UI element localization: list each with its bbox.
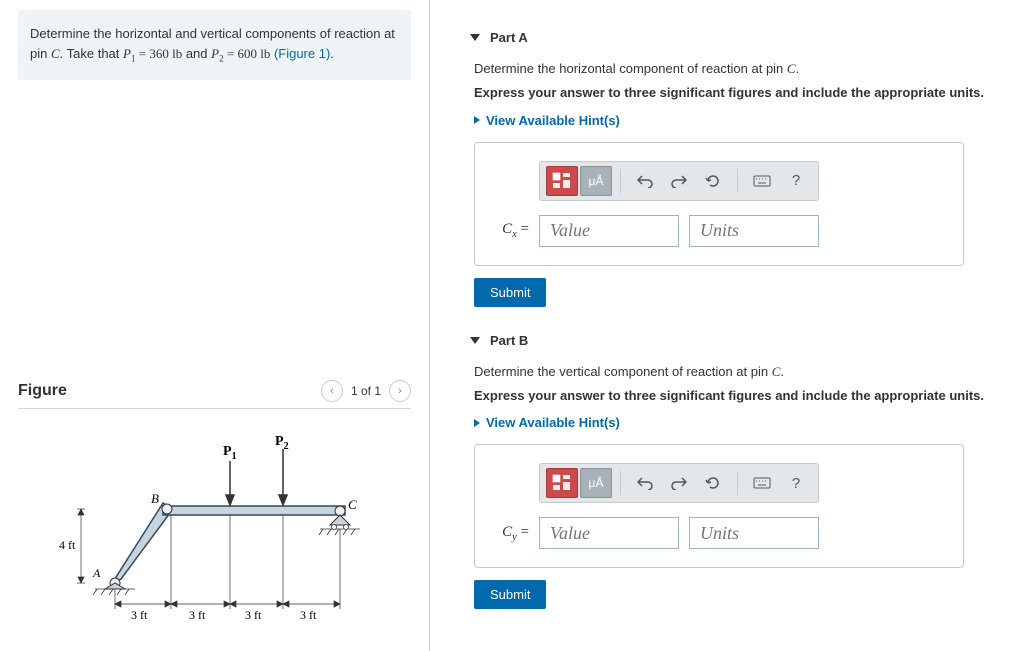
svg-text:P1: P1 — [223, 444, 237, 462]
figure-link[interactable]: (Figure 1) — [270, 46, 330, 61]
part-a-title: Part A — [490, 30, 528, 45]
reset-button[interactable] — [697, 468, 729, 498]
part-a-prompt: Determine the horizontal component of re… — [474, 61, 1004, 77]
pin-var: C — [51, 46, 60, 61]
redo-button[interactable] — [663, 468, 695, 498]
templates-button[interactable] — [546, 166, 578, 196]
part-b-value-input[interactable] — [539, 517, 679, 549]
part-b-units-input[interactable] — [689, 517, 819, 549]
caret-right-icon — [474, 116, 480, 124]
part-a-instruction: Express your answer to three significant… — [474, 85, 1004, 100]
part-b-toolbar: μÅ ? — [539, 463, 819, 503]
undo-button[interactable] — [629, 166, 661, 196]
part-a-answer-box: μÅ ? Cx = — [474, 142, 964, 266]
help-button[interactable]: ? — [780, 468, 812, 498]
svg-text:3 ft: 3 ft — [131, 608, 148, 622]
part-a-header[interactable]: Part A — [470, 30, 1004, 45]
part-a-section: Part A Determine the horizontal componen… — [470, 30, 1004, 307]
figure-pager: ‹ 1 of 1 › — [321, 380, 411, 402]
part-a-hint-link[interactable]: View Available Hint(s) — [474, 113, 620, 128]
part-b-var-label: Cy = — [495, 524, 529, 543]
templates-button[interactable] — [546, 468, 578, 498]
help-button[interactable]: ? — [780, 166, 812, 196]
caret-right-icon — [474, 419, 480, 427]
part-b-header[interactable]: Part B — [470, 333, 1004, 348]
svg-text:B: B — [151, 491, 159, 506]
figure-title: Figure — [18, 382, 67, 400]
svg-text:P2: P2 — [275, 434, 289, 452]
prev-figure-button[interactable]: ‹ — [321, 380, 343, 402]
part-b-submit-button[interactable]: Submit — [474, 580, 546, 609]
part-a-input-row: Cx = — [495, 215, 943, 247]
part-b-instruction: Express your answer to three significant… — [474, 388, 1004, 403]
next-figure-button[interactable]: › — [389, 380, 411, 402]
part-b-section: Part B Determine the vertical component … — [470, 333, 1004, 610]
part-b-answer-box: μÅ ? Cy = — [474, 444, 964, 568]
svg-text:4 ft: 4 ft — [59, 538, 76, 552]
part-b-prompt: Determine the vertical component of reac… — [474, 364, 1004, 380]
special-chars-button[interactable]: μÅ — [580, 166, 612, 196]
keyboard-button[interactable] — [746, 468, 778, 498]
left-panel: Determine the horizontal and vertical co… — [0, 0, 430, 651]
part-a-value-input[interactable] — [539, 215, 679, 247]
part-b-hint-link[interactable]: View Available Hint(s) — [474, 415, 620, 430]
redo-button[interactable] — [663, 166, 695, 196]
part-a-var-label: Cx = — [495, 221, 529, 240]
figure-page-text: 1 of 1 — [351, 384, 381, 398]
undo-button[interactable] — [629, 468, 661, 498]
caret-down-icon — [470, 337, 480, 344]
reset-button[interactable] — [697, 166, 729, 196]
part-b-input-row: Cy = — [495, 517, 943, 549]
svg-text:3 ft: 3 ft — [189, 608, 206, 622]
part-a-submit-button[interactable]: Submit — [474, 278, 546, 307]
keyboard-button[interactable] — [746, 166, 778, 196]
part-b-title: Part B — [490, 333, 528, 348]
figure-header: Figure ‹ 1 of 1 › — [18, 380, 411, 409]
right-panel: Part A Determine the horizontal componen… — [430, 0, 1024, 651]
svg-text:C: C — [348, 497, 357, 512]
caret-down-icon — [470, 34, 480, 41]
svg-text:3 ft: 3 ft — [245, 608, 262, 622]
problem-statement: Determine the horizontal and vertical co… — [18, 10, 411, 80]
part-a-toolbar: μÅ ? — [539, 161, 819, 201]
special-chars-button[interactable]: μÅ — [580, 468, 612, 498]
svg-text:3 ft: 3 ft — [300, 608, 317, 622]
svg-text:A: A — [92, 566, 101, 580]
figure-diagram: P1 P2 B C A 4 ft 3 ft 3 ft 3 ft 3 ft — [45, 429, 385, 629]
part-a-units-input[interactable] — [689, 215, 819, 247]
